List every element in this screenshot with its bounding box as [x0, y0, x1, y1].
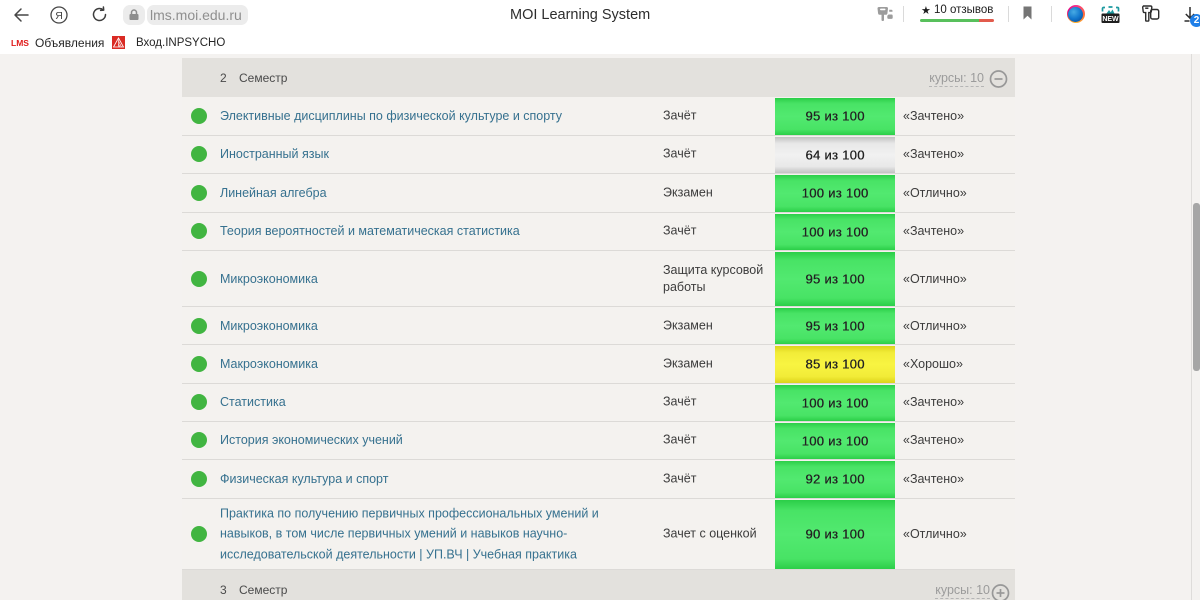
svg-text:Я: Я	[55, 10, 63, 22]
svg-text:NEW: NEW	[1102, 16, 1119, 23]
